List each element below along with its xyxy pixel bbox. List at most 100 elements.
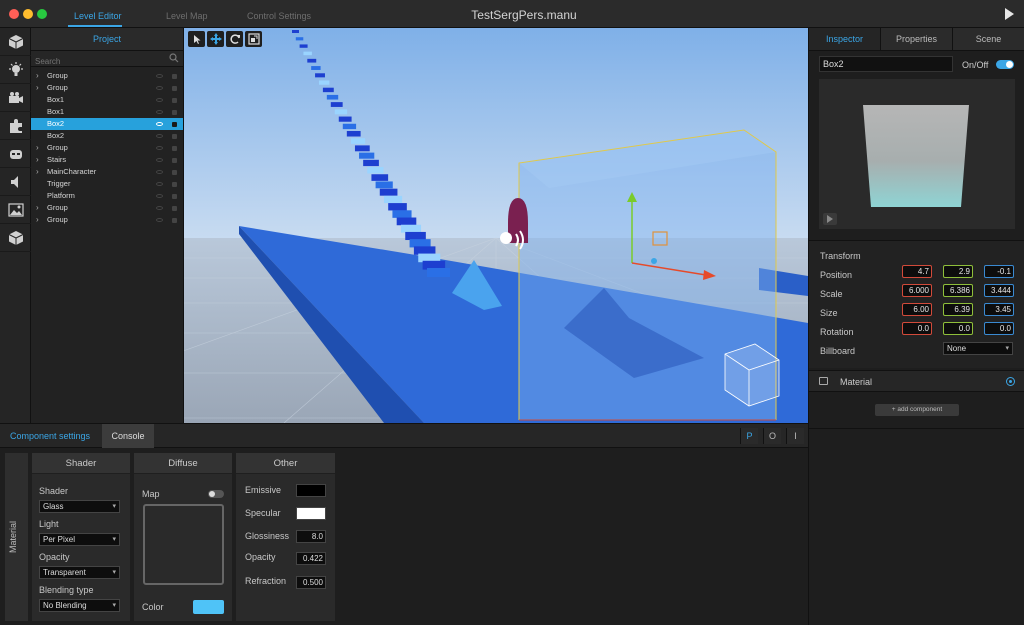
lock-icon[interactable] (172, 194, 177, 199)
project-tree-item[interactable]: Trigger (31, 178, 183, 190)
expand-chevron-icon[interactable]: › (36, 214, 39, 226)
character-tool-button[interactable] (0, 140, 31, 168)
project-tree-item[interactable]: Platform (31, 190, 183, 202)
position-y-field[interactable]: 2.9 (943, 265, 973, 278)
visibility-eye-icon[interactable] (156, 110, 163, 114)
expand-chevron-icon[interactable]: › (36, 166, 39, 178)
project-tree-item[interactable]: Box1 (31, 106, 183, 118)
add-component-button[interactable]: + add component (875, 404, 959, 416)
project-tree-item[interactable]: › Stairs (31, 154, 183, 166)
size-z-field[interactable]: 3.45 (984, 303, 1014, 316)
expand-chevron-icon[interactable]: › (36, 154, 39, 166)
object-name-field[interactable]: Box2 (819, 56, 953, 72)
map-texture-slot[interactable] (143, 504, 224, 585)
prefab-tool-button[interactable] (0, 224, 31, 252)
project-search-input[interactable] (31, 53, 183, 70)
project-tree-item[interactable]: › MainCharacter (31, 166, 183, 178)
visibility-eye-icon[interactable] (156, 146, 163, 150)
light-select[interactable]: Per Pixel (39, 533, 120, 546)
move-tool[interactable] (207, 31, 224, 47)
scene-viewport[interactable] (184, 28, 808, 423)
scale-z-field[interactable]: 3.444 (984, 284, 1014, 297)
diffuse-color-swatch[interactable] (193, 600, 224, 614)
lock-icon[interactable] (172, 74, 177, 79)
opacity-mode-select[interactable]: Transparent (39, 566, 120, 579)
project-tree-item[interactable]: Box1 (31, 94, 183, 106)
lock-icon[interactable] (172, 206, 177, 211)
scale-y-field[interactable]: 6.386 (943, 284, 973, 297)
blending-select[interactable]: No Blending (39, 599, 120, 612)
mode-i-button[interactable]: I (786, 428, 804, 444)
lock-icon[interactable] (172, 98, 177, 103)
visibility-eye-icon[interactable] (156, 74, 163, 78)
mode-p-button[interactable]: P (740, 428, 758, 444)
billboard-select[interactable]: None (943, 342, 1013, 355)
lock-icon[interactable] (172, 218, 177, 223)
material-component-row[interactable]: Material (809, 370, 1024, 392)
opacity-field[interactable]: 0.422 (296, 552, 326, 565)
scale-x-field[interactable]: 6.000 (902, 284, 932, 297)
visibility-eye-icon[interactable] (156, 194, 163, 198)
project-tree-item[interactable]: › Group (31, 202, 183, 214)
audio-tool-button[interactable] (0, 168, 31, 196)
project-tree-item[interactable]: › Group (31, 214, 183, 226)
project-tree-item[interactable]: › Group (31, 82, 183, 94)
tab-component-settings[interactable]: Component settings (0, 424, 100, 448)
size-x-field[interactable]: 6.00 (902, 303, 932, 316)
rotation-x-field[interactable]: 0.0 (902, 322, 932, 335)
play-icon[interactable] (1005, 8, 1014, 20)
project-tree-item[interactable]: › Group (31, 142, 183, 154)
lock-icon[interactable] (172, 170, 177, 175)
tab-inspector[interactable]: Inspector (809, 28, 881, 50)
rotate-tool[interactable] (226, 31, 243, 47)
visibility-eye-icon[interactable] (156, 170, 163, 174)
rotation-z-field[interactable]: 0.0 (984, 322, 1014, 335)
specular-color-swatch[interactable] (296, 507, 326, 520)
refraction-field[interactable]: 0.500 (296, 576, 326, 589)
material-side-tab[interactable]: Material (5, 453, 28, 621)
enabled-toggle[interactable] (996, 60, 1014, 69)
expand-chevron-icon[interactable]: › (36, 142, 39, 154)
glossiness-field[interactable]: 8.0 (296, 530, 326, 543)
preview-play-button[interactable] (823, 213, 837, 225)
expand-chevron-icon[interactable]: › (36, 202, 39, 214)
tab-scene[interactable]: Scene (953, 28, 1024, 50)
lock-icon[interactable] (172, 146, 177, 151)
mode-o-button[interactable]: O (763, 428, 781, 444)
select-tool[interactable] (188, 31, 205, 47)
visibility-eye-icon[interactable] (156, 158, 163, 162)
plugin-tool-button[interactable] (0, 112, 31, 140)
visibility-eye-icon[interactable] (156, 98, 163, 102)
visibility-eye-icon[interactable] (156, 218, 163, 222)
tab-console[interactable]: Console (102, 424, 154, 448)
project-tree-item[interactable]: Box2 (31, 130, 183, 142)
project-tree-item[interactable]: Box2 (31, 118, 183, 130)
expand-chevron-icon[interactable]: › (36, 82, 39, 94)
position-z-field[interactable]: -0.1 (984, 265, 1014, 278)
emissive-color-swatch[interactable] (296, 484, 326, 497)
lock-icon[interactable] (172, 182, 177, 187)
visibility-eye-icon[interactable] (156, 122, 163, 126)
position-x-field[interactable]: 4.7 (902, 265, 932, 278)
cube-tool-button[interactable] (0, 28, 31, 56)
lock-icon[interactable] (172, 158, 177, 163)
lock-icon[interactable] (172, 134, 177, 139)
image-tool-button[interactable] (0, 196, 31, 224)
lock-icon[interactable] (172, 86, 177, 91)
map-toggle[interactable] (208, 490, 224, 498)
tab-properties[interactable]: Properties (881, 28, 953, 50)
lock-icon[interactable] (172, 122, 177, 127)
visibility-eye-icon[interactable] (156, 206, 163, 210)
expand-chevron-icon[interactable]: › (36, 70, 39, 82)
shader-select[interactable]: Glass (39, 500, 120, 513)
size-y-field[interactable]: 6.39 (943, 303, 973, 316)
visibility-eye-icon[interactable] (156, 86, 163, 90)
rotation-y-field[interactable]: 0.0 (943, 322, 973, 335)
lock-icon[interactable] (172, 110, 177, 115)
camera-tool-button[interactable] (0, 84, 31, 112)
scale-tool[interactable] (245, 31, 262, 47)
component-enabled-radio[interactable] (1006, 377, 1015, 386)
light-tool-button[interactable] (0, 56, 31, 84)
visibility-eye-icon[interactable] (156, 134, 163, 138)
project-tree-item[interactable]: › Group (31, 70, 183, 82)
